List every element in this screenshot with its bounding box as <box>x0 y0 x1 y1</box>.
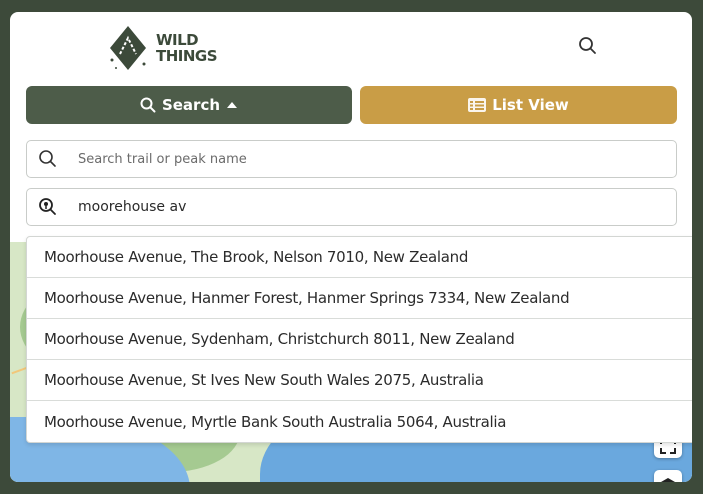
search-toggle-button[interactable]: Search <box>26 86 352 124</box>
header-search-button[interactable] <box>578 36 598 56</box>
logo-line-2: THINGS <box>156 47 218 65</box>
result-item[interactable]: Moorhouse Avenue, Hanmer Forest, Hanmer … <box>27 278 692 319</box>
result-item[interactable]: Moorhouse Avenue, The Brook, Nelson 7010… <box>27 237 692 278</box>
logo-text: WILD THINGS <box>156 31 218 65</box>
logo[interactable]: WILD THINGS <box>106 24 218 72</box>
search-icon <box>140 97 156 113</box>
list-view-button[interactable]: List View <box>360 86 677 124</box>
list-icon <box>468 98 487 112</box>
search-icon <box>579 37 596 54</box>
logo-mark-icon <box>110 26 146 70</box>
location-search-icon <box>39 198 56 215</box>
list-view-label: List View <box>492 96 569 114</box>
result-item[interactable]: Moorhouse Avenue, Sydenham, Christchurch… <box>27 319 692 360</box>
trail-name-field[interactable] <box>26 140 677 178</box>
autocomplete-results: Moorhouse Avenue, The Brook, Nelson 7010… <box>26 236 692 443</box>
location-field[interactable] <box>26 188 677 226</box>
result-item[interactable]: Moorhouse Avenue, Myrtle Bank South Aust… <box>27 401 692 442</box>
trail-name-input[interactable] <box>78 151 638 167</box>
caret-up-icon <box>227 102 238 108</box>
search-button-label: Search <box>161 96 221 114</box>
app-frame: WILD THINGS Search List View Search trai… <box>10 12 692 482</box>
layers-icon <box>661 478 675 482</box>
map-layers-button[interactable] <box>654 470 682 482</box>
location-input[interactable] <box>78 199 638 215</box>
result-item[interactable]: Moorhouse Avenue, St Ives New South Wale… <box>27 360 692 401</box>
logo-line-1: WILD <box>156 31 199 49</box>
search-icon <box>39 150 56 167</box>
